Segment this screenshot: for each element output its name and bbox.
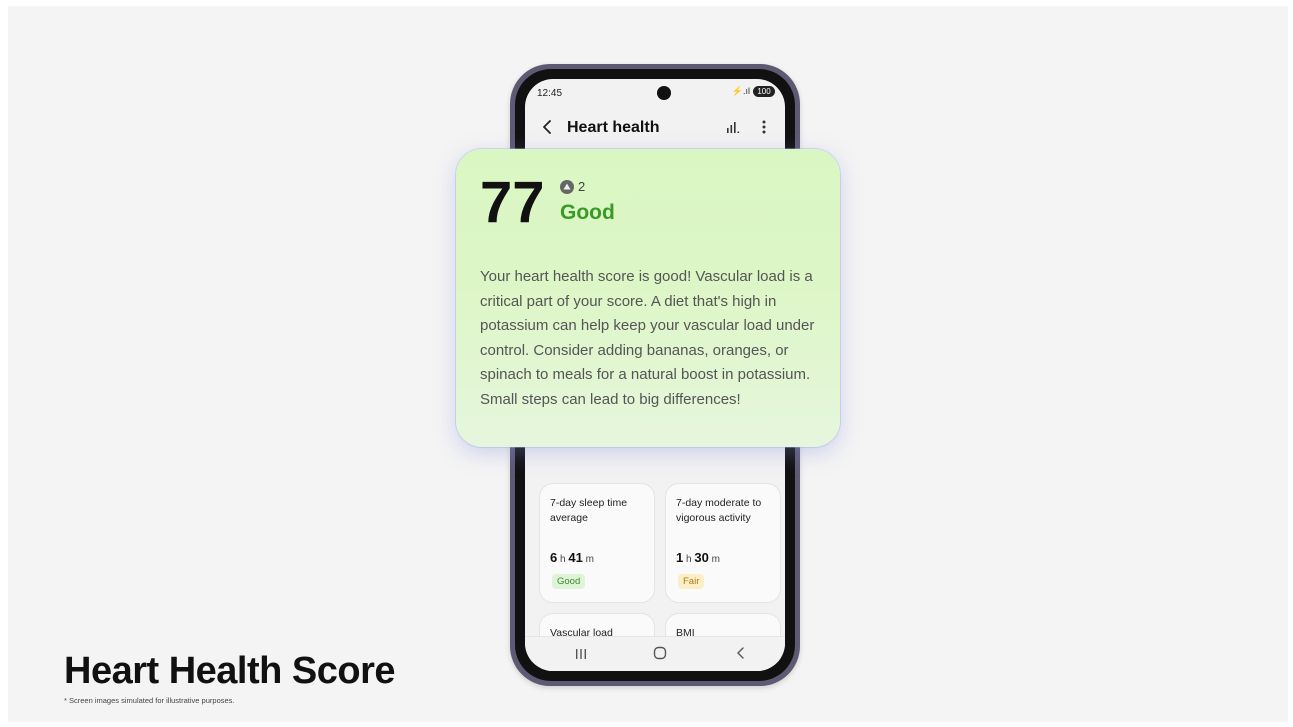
metric-value: 6 h 41 m <box>550 550 594 565</box>
status-badge: Fair <box>678 574 705 589</box>
battery-icon: 100 <box>753 86 775 97</box>
bar-chart-icon[interactable] <box>725 119 741 135</box>
back-arrow-icon[interactable] <box>539 117 557 137</box>
status-time: 12:45 <box>537 88 563 99</box>
system-nav-bar <box>525 636 785 671</box>
signal-icon: ⚡.ıl <box>731 86 750 96</box>
status-bar: 12:45 ⚡.ıl 100 <box>525 79 785 107</box>
front-camera <box>657 86 671 100</box>
app-bar: Heart health <box>525 109 785 145</box>
metric-card-activity[interactable]: 7-day moderate to vigorous activity 1 h … <box>665 483 781 603</box>
metric-title: 7-day moderate to vigorous activity <box>676 497 762 524</box>
promo-headline: Heart Health Score <box>64 650 396 692</box>
heart-score-card: 77 2 Good Your heart health score is goo… <box>456 149 840 447</box>
trend-up-icon <box>560 179 574 194</box>
metric-value: 1 h 30 m <box>676 550 720 565</box>
score-trend: 2 <box>560 179 585 194</box>
nav-back-icon[interactable] <box>735 646 747 660</box>
page-title: Heart health <box>567 119 660 136</box>
score-value: 77 <box>480 170 545 235</box>
home-icon[interactable] <box>653 646 667 660</box>
trend-value: 2 <box>578 179 586 194</box>
promo-stage: 12:45 ⚡.ıl 100 Heart health 7-day sleep … <box>8 6 1288 722</box>
score-rating: Good <box>560 201 615 224</box>
score-message: Your heart health score is good! Vascula… <box>480 268 815 408</box>
disclaimer-text: * Screen images simulated for illustrati… <box>64 696 235 705</box>
metric-card-sleep[interactable]: 7-day sleep time average 6 h 41 m Good <box>539 483 655 603</box>
metric-title: 7-day sleep time average <box>550 497 628 524</box>
more-options-icon[interactable] <box>759 117 769 137</box>
status-badge: Good <box>552 574 586 589</box>
recents-icon[interactable] <box>573 647 589 661</box>
